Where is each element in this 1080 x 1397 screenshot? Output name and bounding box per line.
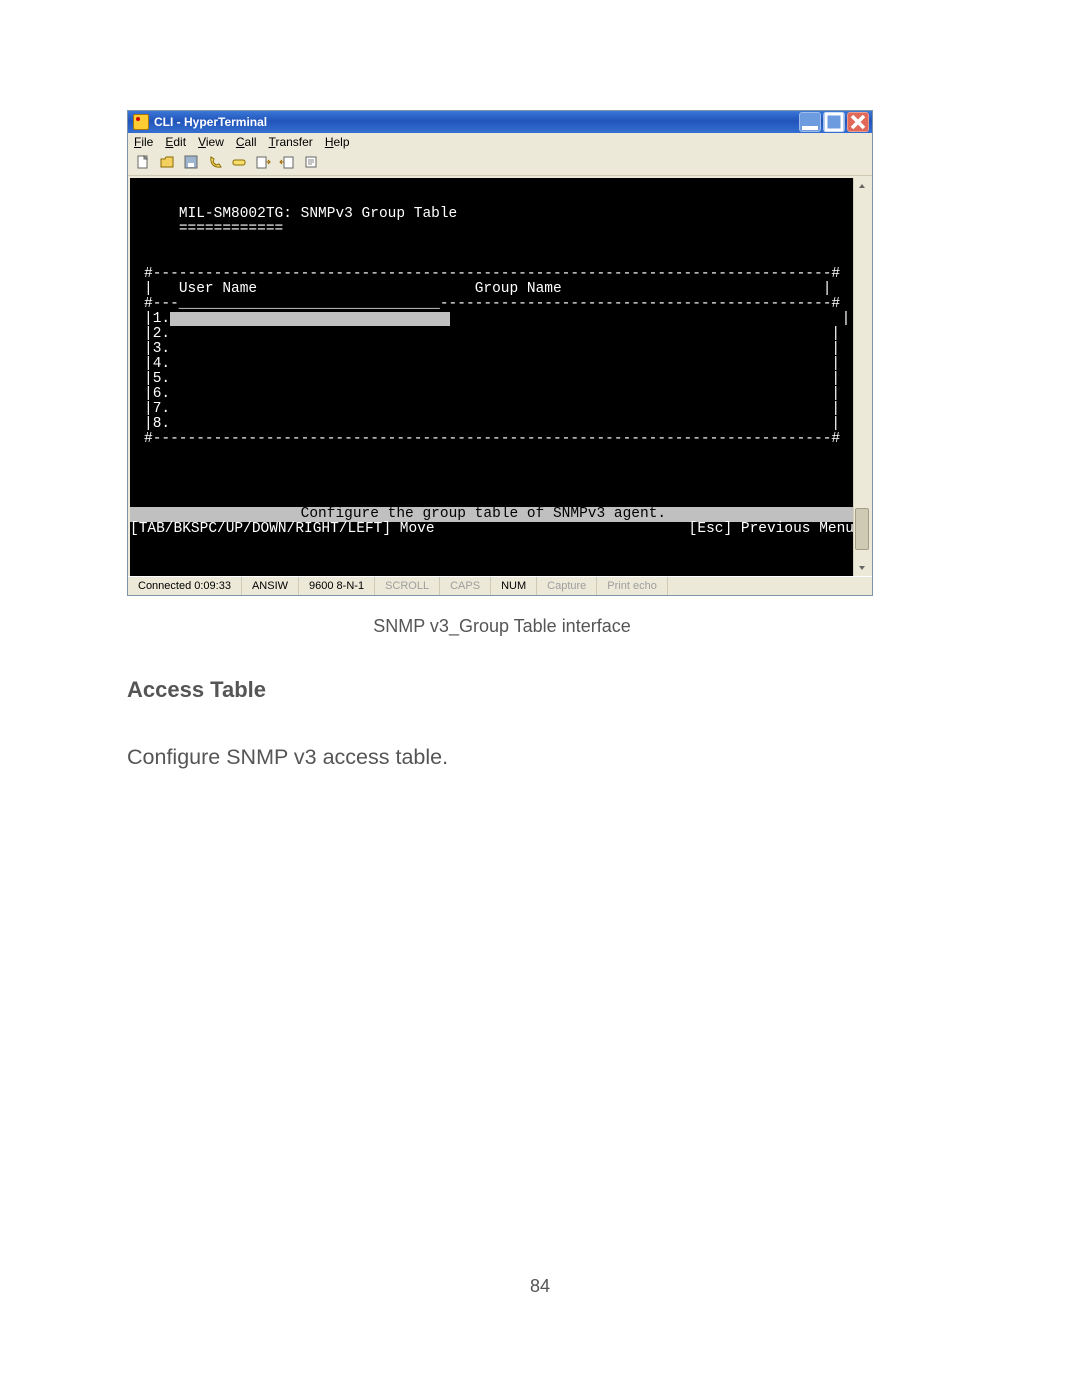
- status-emulation: ANSIW: [242, 577, 299, 595]
- terminal-heading: MIL-SM8002TG: SNMPv3 Group Table: [179, 206, 457, 222]
- minimize-icon: [800, 112, 820, 132]
- row-6: 6.: [153, 386, 170, 402]
- status-spacer: [668, 577, 872, 595]
- row-1: 1.: [153, 311, 170, 327]
- row-2: 2.: [153, 326, 170, 342]
- toolbar: [128, 151, 872, 176]
- open-file-button[interactable]: [158, 153, 176, 171]
- window-title: CLI - HyperTerminal: [154, 115, 267, 129]
- body-paragraph: Configure SNMP v3 access table.: [127, 745, 1080, 770]
- terminal-cursor: [170, 312, 450, 326]
- save-button[interactable]: [182, 153, 200, 171]
- status-capture: Capture: [537, 577, 597, 595]
- status-scroll: SCROLL: [375, 577, 440, 595]
- status-settings: 9600 8-N-1: [299, 577, 375, 595]
- status-caps: CAPS: [440, 577, 491, 595]
- send-button[interactable]: [254, 153, 272, 171]
- chevron-down-icon: [858, 564, 866, 572]
- row-7: 7.: [153, 401, 170, 417]
- terminal-wrap: MIL-SM8002TG: SNMPv3 Group Table =======…: [128, 176, 872, 576]
- call-button[interactable]: [206, 153, 224, 171]
- hint-esc: [Esc] Previous Menu: [689, 522, 854, 537]
- menu-help[interactable]: Help: [325, 135, 350, 149]
- app-icon: [133, 114, 149, 130]
- properties-button[interactable]: [302, 153, 320, 171]
- close-icon: [848, 112, 868, 132]
- row-5: 5.: [153, 371, 170, 387]
- send-icon: [255, 154, 271, 170]
- section-heading: Access Table: [127, 677, 1080, 703]
- menu-edit[interactable]: Edit: [165, 135, 186, 149]
- menu-view[interactable]: View: [198, 135, 224, 149]
- status-echo: Print echo: [597, 577, 668, 595]
- properties-icon: [303, 154, 319, 170]
- call-icon: [207, 154, 223, 170]
- receive-icon: [279, 154, 295, 170]
- status-num: NUM: [491, 577, 537, 595]
- row-8: 8.: [153, 416, 170, 432]
- open-file-icon: [159, 154, 175, 170]
- column-group: Group Name: [475, 281, 562, 297]
- column-user: User Name: [179, 281, 257, 297]
- maximize-button[interactable]: [823, 112, 845, 132]
- vertical-scrollbar[interactable]: [853, 178, 870, 576]
- save-icon: [183, 154, 199, 170]
- page-number: 84: [0, 1276, 1080, 1297]
- menu-call[interactable]: Call: [236, 135, 257, 149]
- close-button[interactable]: [847, 112, 869, 132]
- maximize-icon: [824, 112, 844, 132]
- receive-button[interactable]: [278, 153, 296, 171]
- chevron-up-icon: [858, 182, 866, 190]
- hyperterminal-window: CLI - HyperTerminal File Edit: [127, 110, 873, 596]
- screenshot-figure: CLI - HyperTerminal File Edit: [127, 110, 877, 637]
- scroll-down-button[interactable]: [854, 560, 870, 576]
- row-3: 3.: [153, 341, 170, 357]
- status-connected: Connected 0:09:33: [128, 577, 242, 595]
- scrollbar-thumb[interactable]: [855, 508, 869, 550]
- hangup-icon: [231, 154, 247, 170]
- hangup-button[interactable]: [230, 153, 248, 171]
- figure-caption: SNMP v3_Group Table interface: [127, 616, 877, 637]
- menu-file[interactable]: File: [134, 135, 153, 149]
- scrollbar-track[interactable]: [854, 194, 870, 560]
- configure-line: Configure the group table of SNMPv3 agen…: [130, 507, 870, 522]
- terminal[interactable]: MIL-SM8002TG: SNMPv3 Group Table =======…: [130, 178, 870, 576]
- window-controls: [799, 112, 869, 132]
- scroll-up-button[interactable]: [854, 178, 870, 194]
- menubar: File Edit View Call Transfer Help: [128, 133, 872, 151]
- minimize-button[interactable]: [799, 112, 821, 132]
- new-file-icon: [135, 154, 151, 170]
- heading-underline: ============: [179, 221, 283, 237]
- hint-move: [TAB/BKSPC/UP/DOWN/RIGHT/LEFT] Move: [130, 522, 435, 537]
- menu-transfer[interactable]: Transfer: [269, 135, 313, 149]
- statusbar: Connected 0:09:33 ANSIW 9600 8-N-1 SCROL…: [128, 576, 872, 595]
- row-4: 4.: [153, 356, 170, 372]
- new-file-button[interactable]: [134, 153, 152, 171]
- document-page: CLI - HyperTerminal File Edit: [0, 0, 1080, 1397]
- window-titlebar: CLI - HyperTerminal: [128, 111, 872, 133]
